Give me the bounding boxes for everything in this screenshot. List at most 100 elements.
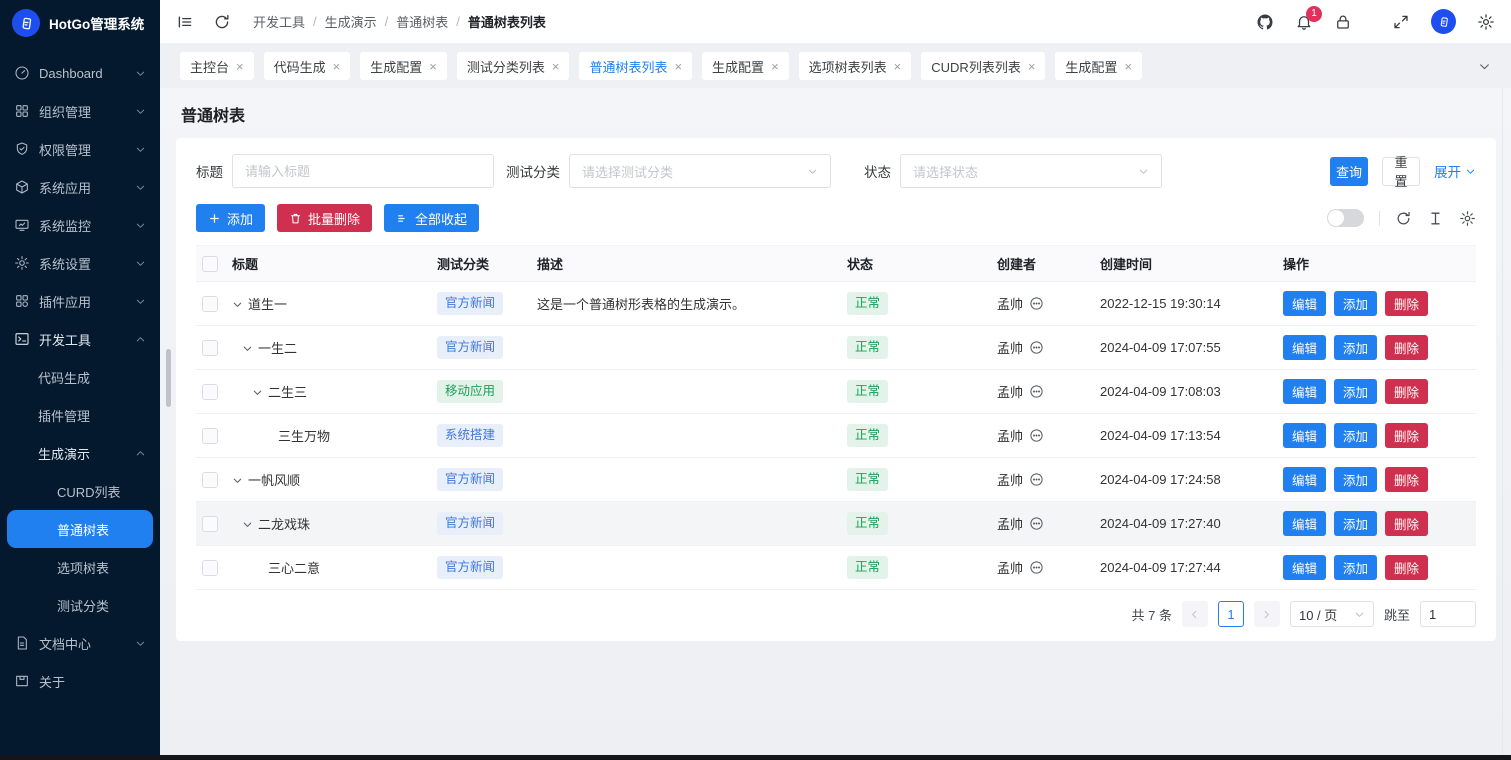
tab-code-gen[interactable]: 代码生成× <box>264 52 351 80</box>
add-child-button[interactable]: 添加 <box>1334 291 1377 316</box>
row-checkbox[interactable] <box>202 384 218 400</box>
sidebar-item-sys-monitor[interactable]: 系统监控 <box>0 206 160 244</box>
column-header-title[interactable]: 标题 <box>224 246 437 282</box>
tab-test-category-list[interactable]: 测试分类列表× <box>457 52 570 80</box>
query-button[interactable]: 查询 <box>1330 157 1368 186</box>
status-filter-select[interactable]: 请选择状态 <box>900 154 1162 188</box>
sidebar-item-tree-table[interactable]: 普通树表 <box>7 510 153 548</box>
tabs-dropdown-icon[interactable] <box>1478 60 1491 73</box>
add-child-button[interactable]: 添加 <box>1334 335 1377 360</box>
sidebar-item-plugin-app[interactable]: 插件应用 <box>0 282 160 320</box>
notifications[interactable]: 1 <box>1295 13 1313 31</box>
row-checkbox[interactable] <box>202 560 218 576</box>
title-filter-input[interactable] <box>232 154 494 188</box>
tab-gen-config-2[interactable]: 生成配置× <box>702 52 789 80</box>
breadcrumb-item[interactable]: 普通树表 <box>396 12 448 31</box>
sidebar-item-plugin-mgmt[interactable]: 插件管理 <box>0 396 160 434</box>
lock-icon[interactable] <box>1334 13 1352 31</box>
add-child-button[interactable]: 添加 <box>1334 423 1377 448</box>
tab-cudr-list[interactable]: CUDR列表列表× <box>921 52 1045 80</box>
sidebar-item-about[interactable]: 关于 <box>0 662 160 700</box>
expand-filters-link[interactable]: 展开 <box>1434 161 1476 181</box>
delete-button[interactable]: 删除 <box>1385 423 1428 448</box>
sidebar-item-gen-demo[interactable]: 生成演示 <box>0 434 160 472</box>
breadcrumb-item[interactable]: 生成演示 <box>325 12 377 31</box>
page-size-select[interactable]: 10 / 页 <box>1290 601 1374 627</box>
add-child-button[interactable]: 添加 <box>1334 511 1377 536</box>
expand-row-icon[interactable] <box>252 385 266 399</box>
sidebar-item-dev-tools[interactable]: 开发工具 <box>0 320 160 358</box>
row-checkbox[interactable] <box>202 516 218 532</box>
collapse-sidebar-icon[interactable] <box>176 13 194 31</box>
striped-toggle[interactable] <box>1327 209 1364 227</box>
edit-button[interactable]: 编辑 <box>1283 379 1326 404</box>
settings-gear-icon[interactable] <box>1477 13 1495 31</box>
creator-more-icon[interactable] <box>1029 516 1044 531</box>
add-child-button[interactable]: 添加 <box>1334 555 1377 580</box>
jump-to-input[interactable] <box>1420 601 1476 627</box>
creator-more-icon[interactable] <box>1029 560 1044 575</box>
select-all-checkbox[interactable] <box>202 256 218 272</box>
row-checkbox[interactable] <box>202 428 218 444</box>
creator-more-icon[interactable] <box>1029 296 1044 311</box>
reset-button[interactable]: 重置 <box>1382 157 1420 186</box>
expand-row-icon[interactable] <box>232 473 246 487</box>
sidebar-item-curd-list[interactable]: CURD列表 <box>0 472 160 510</box>
tab-console[interactable]: 主控台× <box>180 52 254 80</box>
close-icon[interactable]: × <box>894 60 902 73</box>
page-number-button[interactable]: 1 <box>1218 601 1244 627</box>
sidebar-item-sys-app[interactable]: 系统应用 <box>0 168 160 206</box>
close-icon[interactable]: × <box>552 60 560 73</box>
sidebar-item-dashboard[interactable]: Dashboard <box>0 54 160 92</box>
tab-gen-config-1[interactable]: 生成配置× <box>360 52 447 80</box>
breadcrumb-item[interactable]: 开发工具 <box>253 12 305 31</box>
row-checkbox[interactable] <box>202 340 218 356</box>
add-child-button[interactable]: 添加 <box>1334 379 1377 404</box>
avatar[interactable] <box>1431 9 1456 34</box>
edit-button[interactable]: 编辑 <box>1283 555 1326 580</box>
close-icon[interactable]: × <box>1124 60 1132 73</box>
delete-button[interactable]: 删除 <box>1385 379 1428 404</box>
column-header-desc[interactable]: 描述 <box>537 246 847 282</box>
creator-more-icon[interactable] <box>1029 428 1044 443</box>
column-header-status[interactable]: 状态 <box>847 246 997 282</box>
next-page-button[interactable] <box>1254 601 1280 627</box>
close-icon[interactable]: × <box>333 60 341 73</box>
add-button[interactable]: 添加 <box>196 204 265 232</box>
sidebar-item-code-gen[interactable]: 代码生成 <box>0 358 160 396</box>
sidebar-scrollbar-thumb[interactable] <box>166 349 171 407</box>
edit-button[interactable]: 编辑 <box>1283 423 1326 448</box>
prev-page-button[interactable] <box>1182 601 1208 627</box>
sidebar-item-test-category[interactable]: 测试分类 <box>0 586 160 624</box>
edit-button[interactable]: 编辑 <box>1283 335 1326 360</box>
delete-button[interactable]: 删除 <box>1385 467 1428 492</box>
column-settings-icon[interactable] <box>1459 210 1476 227</box>
delete-button[interactable]: 删除 <box>1385 555 1428 580</box>
row-checkbox[interactable] <box>202 296 218 312</box>
batch-delete-button[interactable]: 批量删除 <box>277 204 372 232</box>
refresh-icon[interactable] <box>213 13 231 31</box>
category-filter-select[interactable]: 请选择测试分类 <box>569 154 831 188</box>
delete-button[interactable]: 删除 <box>1385 511 1428 536</box>
close-icon[interactable]: × <box>236 60 244 73</box>
tab-tree-table-list[interactable]: 普通树表列表× <box>579 52 692 80</box>
tab-option-tree-list[interactable]: 选项树表列表× <box>799 52 912 80</box>
column-header-created[interactable]: 创建时间 <box>1100 246 1283 282</box>
app-logo[interactable]: HotGo管理系统 <box>0 0 160 46</box>
row-height-icon[interactable] <box>1427 210 1444 227</box>
sidebar-item-perm-mgmt[interactable]: 权限管理 <box>0 130 160 168</box>
close-icon[interactable]: × <box>429 60 437 73</box>
row-checkbox[interactable] <box>202 472 218 488</box>
collapse-all-button[interactable]: 全部收起 <box>384 204 479 232</box>
sidebar-item-sys-settings[interactable]: 系统设置 <box>0 244 160 282</box>
close-icon[interactable]: × <box>1028 60 1036 73</box>
close-icon[interactable]: × <box>771 60 779 73</box>
creator-more-icon[interactable] <box>1029 472 1044 487</box>
delete-button[interactable]: 删除 <box>1385 335 1428 360</box>
expand-row-icon[interactable] <box>242 517 256 531</box>
close-icon[interactable]: × <box>674 60 682 73</box>
sidebar-item-option-tree[interactable]: 选项树表 <box>0 548 160 586</box>
creator-more-icon[interactable] <box>1029 384 1044 399</box>
reload-table-icon[interactable] <box>1395 210 1412 227</box>
creator-more-icon[interactable] <box>1029 340 1044 355</box>
